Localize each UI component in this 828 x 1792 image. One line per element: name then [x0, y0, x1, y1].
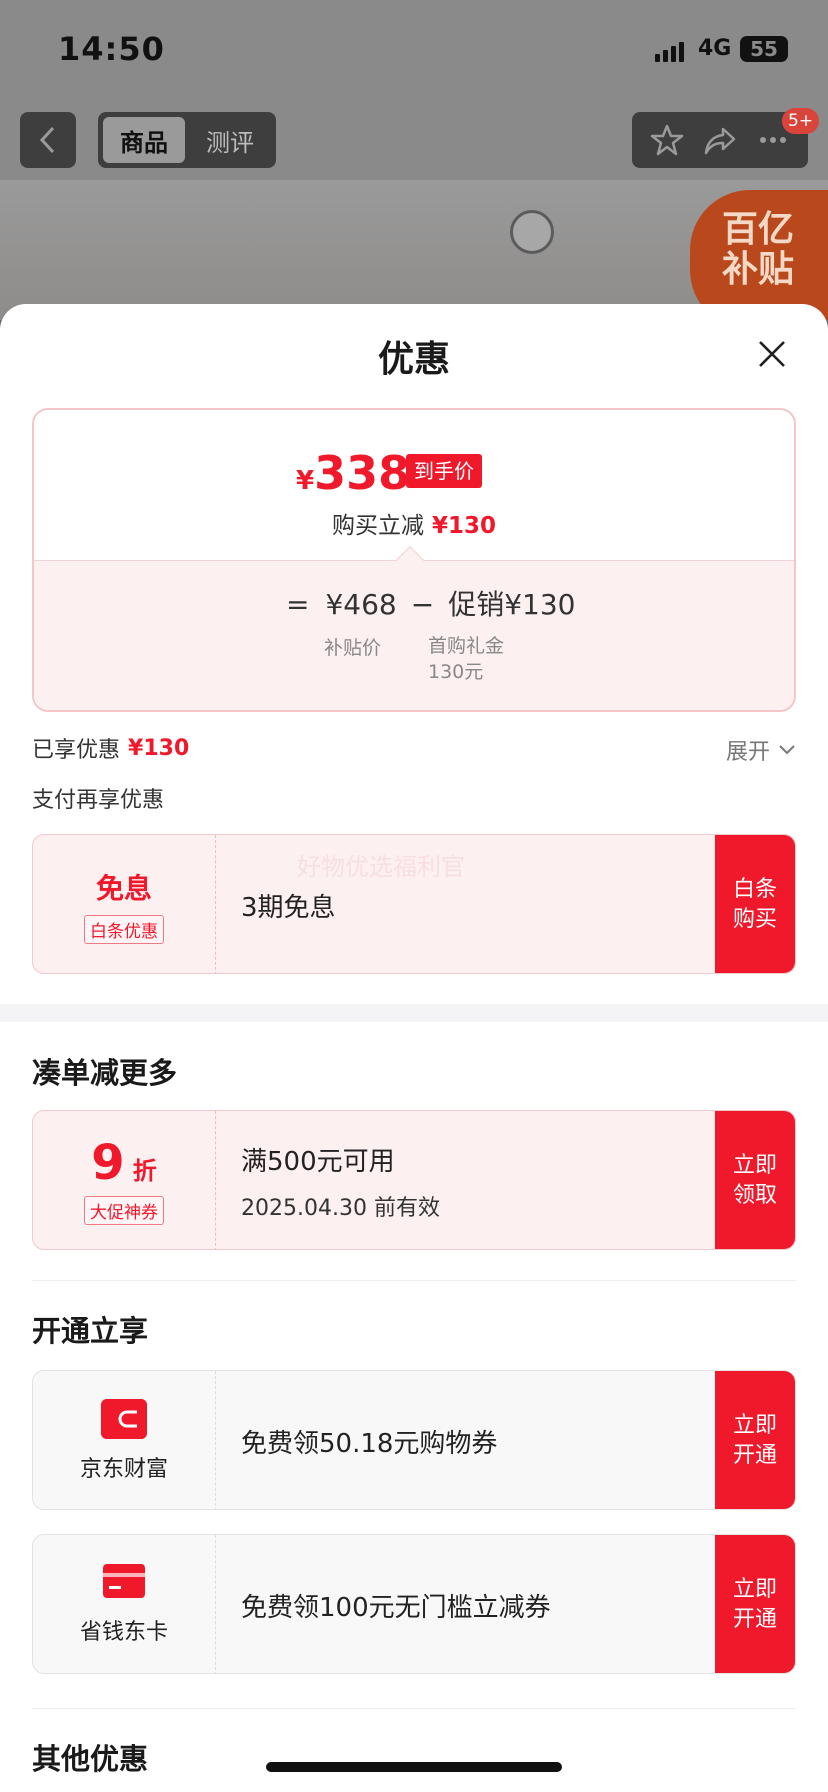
card-icon: [103, 1564, 145, 1602]
enjoyed-discount-row: 已享优惠 ¥130 展开: [32, 728, 796, 768]
coupon-info: 满500元可用 2025.04.30 前有效: [241, 1111, 440, 1249]
other-section-title: 其他优惠: [32, 1742, 149, 1776]
open-now-button[interactable]: 立即开通: [715, 1371, 795, 1509]
open-section-title: 开通立享: [32, 1314, 149, 1348]
coupon-divider: [215, 1111, 216, 1249]
app-name: 省钱东卡: [79, 1620, 168, 1645]
notification-badge: 5+: [782, 108, 820, 134]
discount-rate: 9 折: [91, 1138, 156, 1188]
subsidy-price: ¥468: [325, 588, 397, 621]
subsidy-badge-line1: 百亿: [722, 209, 795, 250]
tab-review[interactable]: 测评: [189, 117, 271, 163]
tab-product[interactable]: 商品: [103, 117, 185, 163]
promo-detail: 首购礼金 130元: [428, 633, 504, 685]
coupon-tag: 大促神券: [84, 1195, 164, 1225]
chevron-left-icon: [39, 126, 55, 154]
open-item-savings-card: 省钱东卡 免费领100元无门槛立减券 立即开通: [32, 1534, 796, 1674]
sheet-title: 优惠: [377, 339, 450, 380]
final-price-tag: 到手价: [406, 454, 482, 488]
coupon-left: 省钱东卡: [33, 1535, 215, 1673]
coupon-desc: 3期免息: [241, 892, 336, 923]
coupon-divider: [215, 1535, 216, 1673]
home-indicator: [266, 1762, 562, 1772]
promo-detail-line1: 首购礼金: [428, 635, 505, 657]
status-bar: 14:50 4G 55: [0, 0, 828, 100]
card-icon-glyph: [103, 1564, 145, 1598]
coupon-left: 京东财富: [33, 1371, 215, 1509]
final-price: ¥ 338: [296, 448, 410, 498]
coupon-left: 免息 白条优惠: [33, 835, 215, 973]
reduce-label: 购买立减: [331, 513, 424, 539]
expand-button[interactable]: 展开: [726, 734, 796, 766]
status-time: 14:50: [58, 30, 165, 68]
coupon-title: 免息: [95, 871, 152, 905]
close-icon[interactable]: [752, 334, 792, 374]
price-card: ¥ 338 到手价 购买立减 ¥130 = ¥468 − 促销 ¥130 补贴价 首…: [32, 408, 796, 712]
claim-button[interactable]: 立即领取: [715, 1111, 795, 1249]
promo-label: 促销: [448, 588, 505, 621]
price-formula: = ¥468 − 促销 ¥130: [286, 583, 575, 623]
divider: [32, 1708, 796, 1709]
share-icon[interactable]: [703, 123, 737, 157]
subsidy-label: 补贴价: [324, 637, 382, 659]
app-name: 京东财富: [79, 1457, 168, 1482]
promo-value: ¥130: [504, 588, 576, 621]
equals-sign: =: [286, 588, 310, 621]
discount-unit: 折: [132, 1156, 157, 1185]
reduce-line: 购买立减 ¥130: [34, 506, 794, 540]
star-icon[interactable]: [650, 123, 684, 157]
promo-detail-line2: 130元: [428, 661, 484, 683]
more-section-title: 凑单减更多: [32, 1056, 178, 1090]
back-button[interactable]: [20, 112, 76, 168]
network-type: 4G: [698, 36, 732, 61]
section-gap: [0, 1004, 828, 1022]
discount-coupon: 9 折 大促神券 满500元可用 2025.04.30 前有效 立即领取: [32, 1110, 796, 1250]
baitiao-buy-button[interactable]: 白条购买: [715, 835, 795, 973]
battery-icon: 55: [740, 36, 788, 62]
wallet-icon-glyph: [101, 1399, 147, 1439]
price-card-breakdown: = ¥468 − 促销 ¥130 补贴价 首购礼金 130元: [34, 560, 794, 710]
subsidy-badge-line2: 补贴: [722, 249, 795, 290]
coupon-expiry: 2025.04.30 前有效: [241, 1195, 440, 1221]
open-item-jd-wealth: 京东财富 免费领50.18元购物券 立即开通: [32, 1370, 796, 1510]
subsidy-badge: 百亿 补贴: [690, 190, 828, 320]
enjoyed-label: 已享优惠: [32, 738, 121, 763]
discount-value: 9: [91, 1134, 125, 1191]
currency-symbol: ¥: [296, 466, 315, 496]
coupon-left: 9 折 大促神券: [33, 1111, 215, 1249]
pay-section-title: 支付再享优惠: [32, 788, 165, 813]
open-now-button[interactable]: 立即开通: [715, 1535, 795, 1673]
chevron-down-icon: [779, 745, 795, 755]
signal-icon: [655, 38, 689, 62]
enjoyed-value: ¥130: [128, 735, 190, 761]
wallet-icon: [101, 1399, 147, 1439]
divider: [32, 1280, 796, 1281]
discount-sheet: 优惠 ¥ 338 到手价 购买立减 ¥130 = ¥468 − 促销 ¥130 补贴…: [0, 304, 828, 1792]
price-card-top: ¥ 338 到手价 购买立减 ¥130: [34, 410, 794, 560]
reduce-value: ¥130: [431, 513, 496, 539]
nav-tabs: 商品 测评: [98, 112, 276, 168]
background-product-page: 14:50 4G 55 商品 测评 5+ 百亿 补贴: [0, 0, 828, 320]
coupon-divider: [215, 1371, 216, 1509]
clock-decoration: [510, 210, 554, 254]
coupon-desc: 满500元可用: [241, 1146, 395, 1177]
minus-sign: −: [410, 588, 435, 621]
coupon-divider: [215, 835, 216, 973]
baitiao-coupon: 好物优选福利官 免息 白条优惠 3期免息 白条购买: [32, 834, 796, 974]
coupon-tag: 白条优惠: [84, 914, 164, 944]
expand-label: 展开: [725, 740, 770, 765]
final-price-value: 338: [314, 446, 411, 500]
coupon-desc: 免费领100元无门槛立减券: [241, 1592, 551, 1623]
coupon-desc: 免费领50.18元购物券: [241, 1428, 498, 1459]
